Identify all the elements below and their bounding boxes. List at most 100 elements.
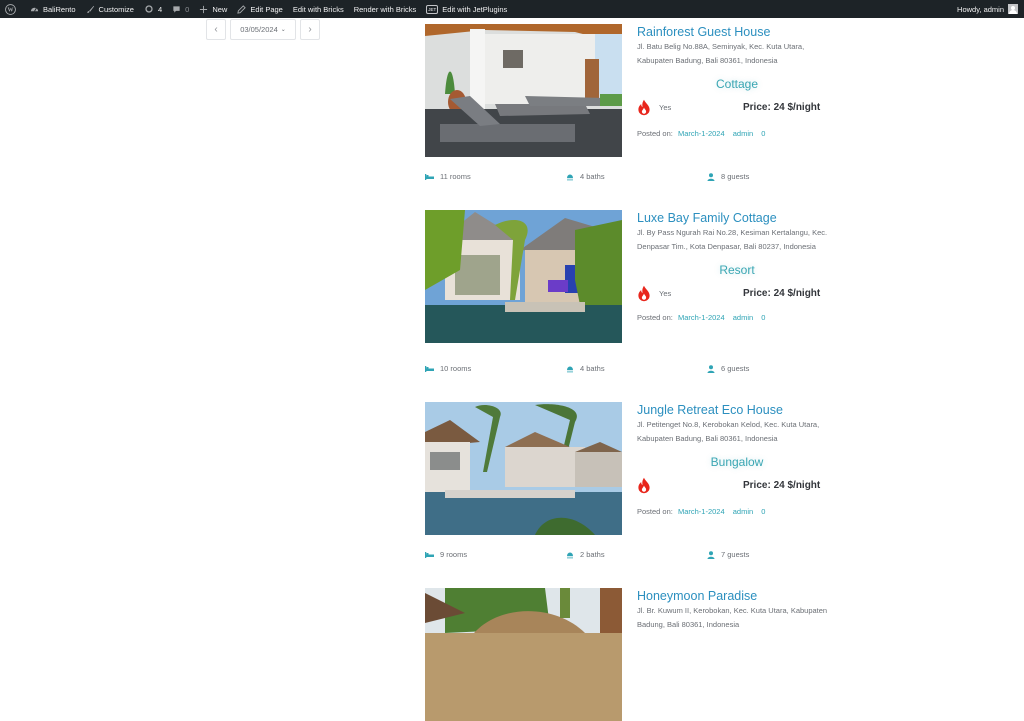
render-with-bricks-label: Render with Bricks [353, 4, 417, 14]
listing-address: Jl. Batu Belig No.88A, Seminyak, Kec. Ku… [637, 42, 805, 65]
rooms-count: 10 rooms [440, 364, 472, 373]
comments-link[interactable]: 0 [761, 129, 765, 138]
customize-label: Customize [98, 4, 134, 14]
listing-price: Price: 24 $/night [743, 479, 821, 491]
guests-count: 7 guests [721, 550, 750, 559]
wp-admin-bar: W BaliRento Customize 4 0 New Edit Page … [0, 0, 1024, 18]
listing-features: 10 rooms 4 baths 6 guests [425, 364, 845, 376]
listing-title[interactable]: Rainforest Guest House [637, 24, 837, 40]
listing-address: Jl. By Pass Ngurah Rai No.28, Kesiman Ke… [637, 228, 828, 251]
listing-features: 11 rooms 4 baths 8 guests [425, 172, 845, 184]
brush-icon [86, 5, 94, 13]
baths-feature: 4 baths [566, 172, 605, 181]
post-date-link[interactable]: March-1-2024 [678, 313, 725, 322]
posted-on-label: Posted on: [637, 507, 673, 516]
wordpress-logo-button[interactable]: W [0, 0, 25, 18]
listing-features: 9 rooms 2 baths 7 guests [425, 550, 845, 562]
pencil-icon [237, 4, 247, 14]
author-link[interactable]: admin [733, 129, 753, 138]
baths-count: 4 baths [580, 172, 605, 181]
hot-price-row: Price: 24 $/night [637, 475, 837, 495]
listing-info: Luxe Bay Family Cottage Jl. By Pass Ngur… [637, 210, 837, 323]
previous-date-button[interactable]: ‹ [206, 19, 226, 40]
listing-image[interactable] [425, 588, 622, 721]
person-icon [707, 364, 715, 373]
author-link[interactable]: admin [733, 313, 753, 322]
guests-count: 8 guests [721, 172, 750, 181]
date-picker-button[interactable]: 03/05/2024 ⌄ [230, 19, 296, 40]
rooms-feature: 9 rooms [425, 550, 467, 559]
chevron-left-icon: ‹ [214, 24, 218, 35]
bed-icon [425, 173, 434, 180]
posted-meta: Posted on: March-1-2024 admin 0 [637, 129, 837, 139]
bed-icon [425, 365, 434, 372]
listing-type: Resort [719, 263, 755, 277]
edit-page-label: Edit Page [250, 4, 283, 14]
plus-icon [200, 5, 208, 13]
rooms-feature: 10 rooms [425, 364, 471, 373]
chevron-down-icon: ⌄ [280, 27, 286, 33]
site-name-button[interactable]: BaliRento [25, 0, 81, 18]
post-date-link[interactable]: March-1-2024 [678, 129, 725, 138]
edit-with-bricks-button[interactable]: Edit with Bricks [288, 0, 349, 18]
bath-icon [567, 552, 573, 559]
edit-with-jetplugins-label: Edit with JetPlugins [442, 4, 508, 14]
villa-photo-palms-pool [425, 402, 622, 535]
listing-image[interactable] [425, 24, 622, 157]
my-account-button[interactable]: Howdy, admin [952, 0, 1024, 18]
guests-feature: 6 guests [707, 364, 749, 373]
villa-photo-thatched-gazebo [425, 588, 622, 721]
rooms-count: 9 rooms [440, 550, 468, 559]
hot-price-row: Yes Price: 24 $/night [637, 283, 837, 303]
chevron-right-icon: › [308, 24, 312, 35]
hot-label: Yes [659, 288, 672, 298]
site-name: BaliRento [43, 4, 76, 14]
listing-price: Price: 24 $/night [743, 101, 821, 113]
dashboard-icon [30, 7, 39, 12]
selected-date: 03/05/2024 [240, 25, 278, 34]
baths-count: 4 baths [580, 364, 605, 373]
hot-price-row: Yes Price: 24 $/night [637, 97, 837, 117]
author-link[interactable]: admin [733, 507, 753, 516]
baths-feature: 2 baths [566, 550, 605, 559]
comments-link[interactable]: 0 [761, 507, 765, 516]
listing-title[interactable]: Luxe Bay Family Cottage [637, 210, 837, 226]
listing-price: Price: 24 $/night [743, 287, 821, 299]
next-date-button[interactable]: › [300, 19, 320, 40]
fire-icon [638, 285, 650, 301]
comments-count: 0 [185, 4, 190, 14]
listing-image[interactable] [425, 210, 622, 343]
post-date-link[interactable]: March-1-2024 [678, 507, 725, 516]
comments-button[interactable]: 0 [167, 0, 194, 18]
listing-image[interactable] [425, 402, 622, 535]
svg-text:W: W [7, 7, 13, 13]
customize-button[interactable]: Customize [81, 0, 139, 18]
posted-on-label: Posted on: [637, 313, 673, 322]
posted-meta: Posted on: March-1-2024 admin 0 [637, 507, 837, 517]
listing-title[interactable]: Honeymoon Paradise [637, 588, 837, 604]
fire-icon [638, 477, 650, 493]
bath-icon [567, 366, 573, 373]
person-icon [707, 550, 715, 559]
listing-address: Jl. Br. Kuwum II, Kerobokan, Kec. Kuta U… [637, 606, 828, 629]
wordpress-icon: W [5, 3, 16, 15]
villa-photo-pool-garden [425, 210, 622, 343]
updates-button[interactable]: 4 [139, 0, 167, 18]
comment-icon [173, 5, 180, 13]
updates-count: 4 [157, 4, 163, 14]
baths-count: 2 baths [580, 550, 605, 559]
listing-type: Cottage [715, 77, 759, 91]
date-navigation: ‹ 03/05/2024 ⌄ › [206, 19, 320, 40]
listing-address: Jl. Petitenget No.8, Kerobokan Kelod, Ke… [637, 420, 820, 443]
listing-title[interactable]: Jungle Retreat Eco House [637, 402, 837, 418]
howdy-label: Howdy, admin [957, 4, 1004, 14]
posted-on-label: Posted on: [637, 129, 673, 138]
render-with-bricks-button[interactable]: Render with Bricks [349, 0, 422, 18]
edit-page-button[interactable]: Edit Page [232, 0, 288, 18]
listing-info: Rainforest Guest House Jl. Batu Belig No… [637, 24, 837, 139]
comments-link[interactable]: 0 [761, 313, 765, 322]
hot-label: Yes [659, 102, 672, 112]
new-content-button[interactable]: New [194, 0, 232, 18]
avatar [1008, 4, 1018, 14]
edit-with-jetplugins-button[interactable]: JET Edit with JetPlugins [421, 0, 512, 18]
